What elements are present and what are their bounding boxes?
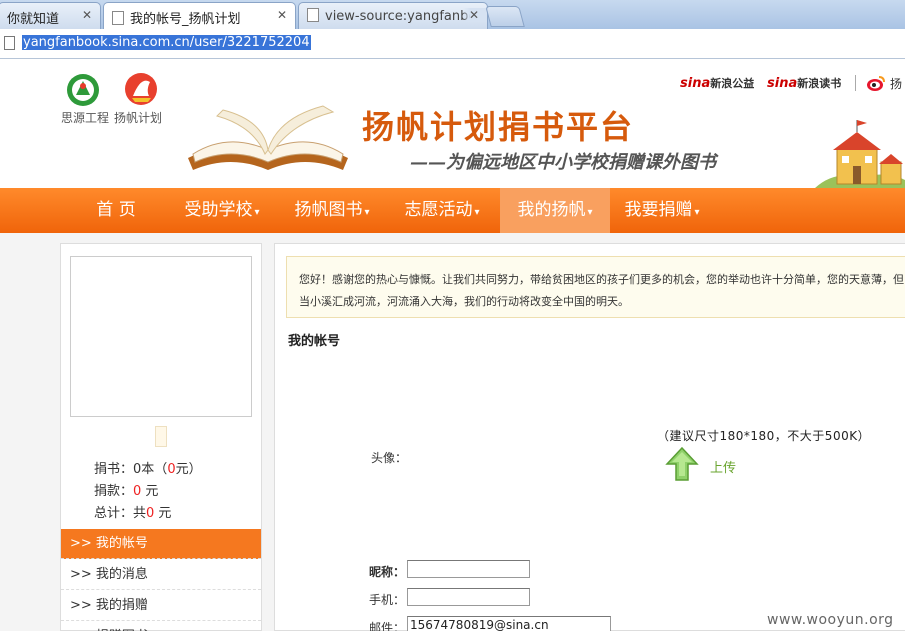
page-icon xyxy=(4,36,15,50)
new-tab-button[interactable] xyxy=(485,6,525,27)
avatar-caption xyxy=(155,426,167,447)
chevron-down-icon: ▾ xyxy=(587,207,593,218)
logo-label: 扬帆计划 xyxy=(114,111,163,125)
tab-title: 我的帐号_扬帆计划 xyxy=(130,12,241,27)
chevron-down-icon: ▾ xyxy=(254,207,260,218)
site-header: 思源工程 扬帆计划 扬帆计划捐书平台 ——为偏远地区中小学校捐赠课外图书 sin… xyxy=(0,60,905,188)
url-text[interactable]: yangfanbook.sina.com.cn/user/3221752204 xyxy=(22,35,311,50)
stat-label: 捐款： xyxy=(94,484,134,499)
chevron-down-icon: ▾ xyxy=(364,207,370,218)
browser-tab-bar: 你就知道 ✕ 我的帐号_扬帆计划 ✕ view-source:yangfanbo… xyxy=(0,0,905,30)
stat-unit: 本（ xyxy=(141,462,168,477)
nav-label: 我的扬帆 xyxy=(517,200,586,220)
nav-label: 我要捐赠 xyxy=(624,200,693,220)
browser-tab-3[interactable]: view-source:yangfanbook ✕ xyxy=(298,2,488,29)
nav-home[interactable]: 首 页 xyxy=(80,188,152,233)
notice-box: 您好！感谢您的热心与慷慨。让我们共同努力，带给贫困地区的孩子们更多的机会，您的举… xyxy=(286,256,905,318)
nav-label: 志愿活动 xyxy=(404,200,473,220)
upload-arrow-icon[interactable] xyxy=(665,446,699,482)
browser-tab-1[interactable]: 你就知道 ✕ xyxy=(0,2,101,29)
email-field[interactable]: 15674780819@sina.cn xyxy=(407,616,611,631)
nav-label: 扬帆图书 xyxy=(294,200,363,220)
stat-label: 总计：共 xyxy=(94,506,147,521)
tab-title: 你就知道 xyxy=(7,12,60,27)
sidebar-item-my-messages[interactable]: >> 我的消息 xyxy=(61,560,261,590)
nav-donate[interactable]: 我要捐赠 ▾ xyxy=(612,188,712,233)
sidebar-item-donate-books[interactable]: >> 捐赠图书 xyxy=(61,622,261,631)
stat-total: 总计：共0 元 xyxy=(94,502,171,521)
weibo-text: 扬 xyxy=(890,77,903,91)
logo-label: 思源工程 xyxy=(61,111,110,125)
avatar-label: 头像： xyxy=(371,451,408,465)
close-tab-icon[interactable]: ✕ xyxy=(82,8,92,22)
sidebar-item-my-account[interactable]: >> 我的帐号 xyxy=(61,529,261,559)
stat-value: 0 xyxy=(167,462,176,477)
stat-label: 捐书： xyxy=(94,462,134,477)
link-label: 新浪公益 xyxy=(710,77,755,90)
page-title: 我的帐号 xyxy=(288,334,341,349)
weibo-icon[interactable] xyxy=(866,74,886,92)
nickname-field[interactable] xyxy=(407,560,530,578)
yangfan-logo-icon[interactable] xyxy=(124,72,158,106)
chevron-down-icon: ▾ xyxy=(694,207,700,218)
school-building-icon xyxy=(815,120,905,188)
nav-schools[interactable]: 受助学校 ▾ xyxy=(172,188,272,233)
sina-logo-text: sina xyxy=(767,76,798,91)
chevron-down-icon: ▾ xyxy=(474,207,480,218)
phone-field[interactable] xyxy=(407,588,530,606)
avatar xyxy=(70,256,252,417)
browser-tab-2[interactable]: 我的帐号_扬帆计划 ✕ xyxy=(103,2,296,30)
stat-money: 捐款：0 元 xyxy=(94,480,158,499)
page-icon xyxy=(112,11,124,25)
stat-books: 捐书：0本（0元） xyxy=(94,458,202,477)
nav-label: 受助学校 xyxy=(184,200,253,220)
link-label: 新浪读书 xyxy=(797,77,842,90)
stat-unit: 元 xyxy=(141,484,159,499)
siyuan-logo-icon[interactable] xyxy=(66,73,100,107)
nav-volunteer[interactable]: 志愿活动 ▾ xyxy=(392,188,492,233)
stat-unit: 元） xyxy=(175,462,202,477)
watermark-text: www.wooyun.org xyxy=(767,612,894,628)
main-nav: 首 页 受助学校 ▾ 扬帆图书 ▾ 志愿活动 ▾ 我的扬帆 ▾ 我要捐赠 ▾ xyxy=(0,188,905,233)
upload-link[interactable]: 上传 xyxy=(710,457,736,476)
sidebar-item-my-donations[interactable]: >> 我的捐赠 xyxy=(61,591,261,621)
sina-gongyi-link[interactable]: sina新浪公益 xyxy=(680,75,754,91)
open-book-icon xyxy=(188,105,348,170)
phone-label: 手机： xyxy=(369,593,406,607)
close-tab-icon[interactable]: ✕ xyxy=(462,8,487,22)
sidebar: 捐书：0本（0元） 捐款：0 元 总计：共0 元 >> 我的帐号 >> 我的消息… xyxy=(60,243,262,631)
nickname-label: 昵称： xyxy=(369,565,406,579)
nav-books[interactable]: 扬帆图书 ▾ xyxy=(282,188,382,233)
sina-dushu-link[interactable]: sina新浪读书 xyxy=(767,75,841,91)
avatar-size-hint: （建议尺寸180*180，不大于500K） xyxy=(657,429,871,443)
sina-logo-text: sina xyxy=(680,76,711,91)
nav-label: 首 页 xyxy=(96,200,136,220)
stat-unit: 元 xyxy=(154,506,172,521)
site-title: 扬帆计划捐书平台 xyxy=(362,108,635,146)
site-subtitle: ——为偏远地区中小学校捐赠课外图书 xyxy=(410,152,716,173)
nav-my-yangfan[interactable]: 我的扬帆 ▾ xyxy=(500,188,610,233)
main-panel: 您好！感谢您的热心与慷慨。让我们共同努力，带给贫困地区的孩子们更多的机会，您的举… xyxy=(274,243,905,631)
email-label: 邮件： xyxy=(369,621,406,631)
header-divider xyxy=(855,75,856,91)
close-tab-icon[interactable]: ✕ xyxy=(277,8,287,22)
address-bar[interactable]: yangfanbook.sina.com.cn/user/3221752204 xyxy=(0,29,905,59)
page-icon xyxy=(307,8,319,22)
